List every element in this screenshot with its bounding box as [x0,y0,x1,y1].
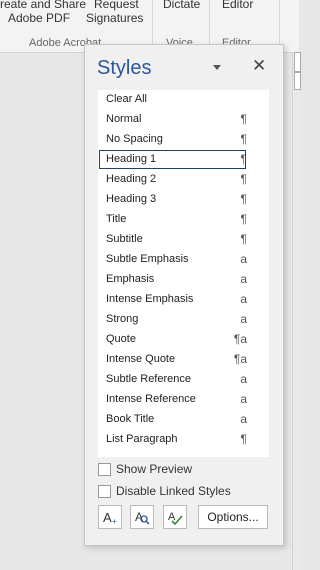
paragraph-icon: ¶ [240,192,247,206]
character-icon: a [240,252,247,266]
request-line1[interactable]: Request [94,0,139,11]
paragraph-icon: ¶ [240,152,247,166]
style-item-book-title[interactable]: Book Title a [98,410,269,429]
style-inspector-icon: A [135,510,150,525]
style-item-subtitle[interactable]: Subtitle ¶ [98,230,269,249]
character-icon: a [240,292,247,306]
style-item-normal[interactable]: Normal ¶ [98,110,269,129]
style-item-intense-quote[interactable]: Intense Quote ¶a [98,350,269,369]
disable-linked-checkbox[interactable] [98,485,111,498]
paragraph-icon: ¶ [240,132,247,146]
style-item-strong[interactable]: Strong a [98,310,269,329]
dictate-button[interactable]: Dictate [163,0,200,11]
manage-styles-button[interactable]: A [163,505,187,529]
style-item-heading-1[interactable]: Heading 1 ¶ [98,150,269,169]
style-item-title[interactable]: Title ¶ [98,210,269,229]
new-style-icon: A + [103,510,117,525]
style-item-no-spacing[interactable]: No Spacing ¶ [98,130,269,149]
disable-linked-label: Disable Linked Styles [116,484,231,498]
paragraph-icon: ¶ [240,232,247,246]
show-preview-checkbox[interactable] [98,463,111,476]
linked-style-icon: ¶a [233,332,247,346]
request-line2[interactable]: Signatures [86,11,143,25]
styles-list: Clear All Normal ¶ No Spacing ¶ Heading … [98,90,269,457]
right-scroll-strip [292,52,300,570]
create-share-line1[interactable]: reate and Share [0,0,86,11]
style-item-list-paragraph[interactable]: List Paragraph ¶ [98,430,269,449]
show-preview-label: Show Preview [116,462,193,476]
style-inspector-button[interactable]: A [130,505,154,529]
pane-title: Styles [97,57,152,79]
editor-button[interactable]: Editor [222,0,253,11]
ribbon-separator [209,0,210,50]
character-icon: a [240,412,247,426]
ribbon-separator [279,0,280,50]
svg-text:A: A [103,510,112,525]
character-icon: a [240,372,247,386]
create-share-line2[interactable]: Adobe PDF [8,11,70,25]
chevron-down-icon[interactable] [213,65,221,70]
style-item-intense-emphasis[interactable]: Intense Emphasis a [98,290,269,309]
paragraph-icon: ¶ [240,172,247,186]
close-icon[interactable]: ✕ [252,56,266,76]
character-icon: a [240,312,247,326]
linked-style-icon: ¶a [233,352,247,366]
svg-text:+: + [112,517,117,525]
styles-pane: Styles ✕ Clear All Normal ¶ No Spacing ¶… [84,44,284,546]
style-item-intense-reference[interactable]: Intense Reference a [98,390,269,409]
character-icon: a [240,392,247,406]
style-item-heading-3[interactable]: Heading 3 ¶ [98,190,269,209]
style-item-clear-all[interactable]: Clear All [98,90,269,109]
character-icon: a [240,272,247,286]
options-button[interactable]: Options... [198,505,268,529]
new-style-button[interactable]: A + [98,505,122,529]
style-item-subtle-emphasis[interactable]: Subtle Emphasis a [98,250,269,269]
style-item-subtle-reference[interactable]: Subtle Reference a [98,370,269,389]
paragraph-icon: ¶ [240,212,247,226]
ribbon-separator [152,0,153,50]
manage-styles-icon: A [168,511,183,525]
paragraph-icon: ¶ [240,112,247,126]
right-control[interactable] [294,52,301,72]
right-control[interactable] [294,72,301,90]
paragraph-icon: ¶ [240,432,247,446]
style-item-emphasis[interactable]: Emphasis a [98,270,269,289]
style-item-heading-2[interactable]: Heading 2 ¶ [98,170,269,189]
style-item-quote[interactable]: Quote ¶a [98,330,269,349]
